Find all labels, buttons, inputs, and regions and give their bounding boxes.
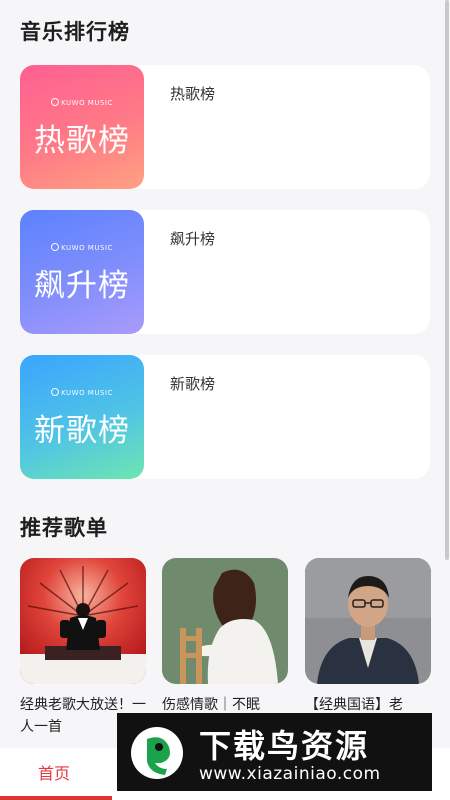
ranking-cover-rise: KUWO MUSIC 飙升榜 [20, 210, 144, 334]
playlist-cover-image [20, 558, 146, 684]
watermark-title: 下载鸟资源 [199, 727, 370, 765]
ranking-name: 热歌榜 [170, 85, 216, 103]
ranking-cover-hot: KUWO MUSIC 热歌榜 [20, 65, 144, 189]
brand-logo: KUWO MUSIC [20, 388, 144, 397]
playlist-item[interactable]: 【经典国语】老 [305, 558, 431, 738]
playlist-item[interactable]: 经典老歌大放送！一人一首 [20, 558, 146, 738]
playlist-cover-image [305, 558, 431, 684]
ranking-cover-new: KUWO MUSIC 新歌榜 [20, 355, 144, 479]
ranking-card-rise[interactable]: KUWO MUSIC 飙升榜 飙升榜 [20, 210, 430, 334]
rankings-section-title: 音乐排行榜 [20, 20, 130, 44]
brand-logo: KUWO MUSIC [20, 243, 144, 252]
tab-active-indicator [0, 796, 112, 800]
brand-logo: KUWO MUSIC [20, 98, 144, 107]
tab-home[interactable]: 首页 [38, 760, 70, 784]
cover-title: 热歌榜 [34, 123, 130, 159]
ranking-name: 飙升榜 [170, 230, 216, 248]
playlist-cover-image [162, 558, 288, 684]
ranking-name: 新歌榜 [170, 375, 216, 393]
watermark-url: www.xiazainiao.com [199, 764, 381, 784]
ranking-card-new[interactable]: KUWO MUSIC 新歌榜 新歌榜 [20, 355, 430, 479]
watermark-banner: 下载鸟资源 www.xiazainiao.com [117, 713, 432, 791]
playlists-section-title: 推荐歌单 [20, 516, 108, 540]
bird-logo-icon [131, 727, 183, 779]
cover-title: 新歌榜 [34, 413, 130, 449]
playlist-item[interactable]: 伤感情歌｜不眠 [162, 558, 288, 738]
scrollbar[interactable] [445, 0, 449, 560]
cover-title: 飙升榜 [34, 268, 130, 304]
ranking-card-hot[interactable]: KUWO MUSIC 热歌榜 热歌榜 [20, 65, 430, 189]
